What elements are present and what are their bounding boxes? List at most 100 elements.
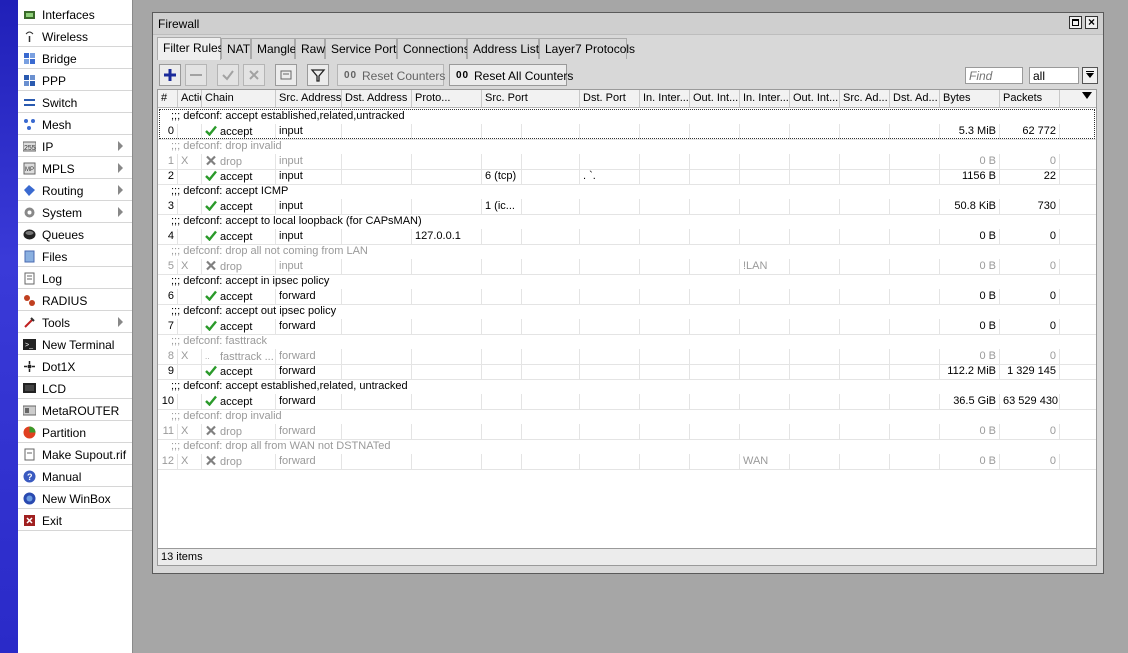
tab-service-ports[interactable]: Service Ports <box>325 38 402 59</box>
column-header[interactable]: Proto... <box>412 90 482 107</box>
table-row[interactable]: 0 accept input 5.3 MiB 62 772 <box>158 124 1096 140</box>
tab-mangle[interactable]: Mangle <box>251 38 296 59</box>
column-header[interactable]: Out. Int... <box>690 90 740 107</box>
comment-icon <box>280 70 292 80</box>
comment-row[interactable]: ;;; defconf: drop invalid <box>158 139 1096 154</box>
tab-connections[interactable]: Connections <box>397 38 470 59</box>
table-row[interactable]: 10 accept forward 36.5 GiB 63 529 430 <box>158 394 1096 410</box>
lcd-icon <box>23 382 36 395</box>
sidebar-item-files[interactable]: Files <box>18 246 132 268</box>
comment-row[interactable]: ;;; defconf: drop invalid <box>158 409 1096 424</box>
comment-row[interactable]: ;;; defconf: accept in ipsec policy <box>158 274 1096 289</box>
column-header[interactable]: Out. Int... <box>790 90 840 107</box>
cell-in-list <box>740 364 790 379</box>
column-header[interactable]: Bytes <box>940 90 1000 107</box>
cell-flag <box>178 289 202 304</box>
routing-icon <box>23 184 36 197</box>
column-header[interactable]: Src. Port <box>482 90 580 107</box>
close-icon[interactable]: × <box>1085 16 1098 29</box>
reset-counters-button[interactable]: 00 Reset Counters <box>337 64 445 86</box>
filter-select[interactable]: all <box>1029 67 1079 84</box>
column-menu-icon[interactable] <box>1082 92 1092 99</box>
table-row[interactable]: 3 accept input 1 (ic... 50.8 KiB 730 <box>158 199 1096 215</box>
comment-row[interactable]: ;;; defconf: accept established,related,… <box>158 379 1096 394</box>
sidebar-item-make-supout-rif[interactable]: Make Supout.rif <box>18 444 132 466</box>
table-row[interactable]: 7 accept forward 0 B0 <box>158 319 1096 335</box>
sidebar-item-switch[interactable]: Switch <box>18 92 132 114</box>
sidebar-item-mesh[interactable]: Mesh <box>18 114 132 136</box>
cell-out-list <box>790 364 840 379</box>
sidebar-item-bridge[interactable]: Bridge <box>18 48 132 70</box>
table-row[interactable]: 8 X.. fasttrack ... forward 0 B0 <box>158 349 1096 365</box>
sidebar-item-radius[interactable]: RADIUS <box>18 290 132 312</box>
column-header[interactable]: Packets <box>1000 90 1060 107</box>
rule-action: accept <box>220 126 253 138</box>
sidebar-item-new-terminal[interactable]: >_ New Terminal <box>18 334 132 356</box>
sidebar-item-tools[interactable]: Tools <box>18 312 132 334</box>
sidebar-item-exit[interactable]: Exit <box>18 510 132 532</box>
column-header[interactable]: Dst. Port <box>580 90 640 107</box>
sidebar-item-partition[interactable]: Partition <box>18 422 132 444</box>
enable-button[interactable] <box>217 64 239 86</box>
comment-row[interactable]: ;;; defconf: fasttrack <box>158 334 1096 349</box>
comment-row[interactable]: ;;; defconf: accept to local loopback (f… <box>158 214 1096 229</box>
cell-in-if <box>640 169 690 184</box>
sidebar-item-interfaces[interactable]: Interfaces <box>18 4 132 26</box>
comment-row[interactable]: ;;; defconf: accept established,related,… <box>158 109 1096 124</box>
column-header[interactable]: # <box>158 90 178 107</box>
column-header[interactable]: Dst. Address <box>342 90 412 107</box>
table-row[interactable]: 2 accept input 6 (tcp) . `. 1156 B 22 <box>158 169 1096 185</box>
sidebar-item-new-winbox[interactable]: New WinBox <box>18 488 132 510</box>
remove-button[interactable] <box>185 64 207 86</box>
svg-text:>_: >_ <box>25 342 33 349</box>
column-header[interactable]: Src. Address <box>276 90 342 107</box>
tab-nat[interactable]: NAT <box>221 38 251 59</box>
add-button[interactable] <box>159 64 181 86</box>
tab-layer7-protocols[interactable]: Layer7 Protocols <box>539 38 635 59</box>
rule-action: accept <box>220 171 253 183</box>
sidebar-item-routing[interactable]: Routing <box>18 180 132 202</box>
cell-dport <box>580 259 640 274</box>
sidebar-item-dot1x[interactable]: Dot1X <box>18 356 132 378</box>
sidebar-item-ppp[interactable]: PPP <box>18 70 132 92</box>
filter-dropdown-button[interactable] <box>1082 67 1098 84</box>
column-header[interactable]: Dst. Ad... <box>890 90 940 107</box>
sidebar-item-log[interactable]: Log <box>18 268 132 290</box>
sidebar-item-ip[interactable]: 255 IP <box>18 136 132 158</box>
maximize-icon[interactable] <box>1069 16 1082 29</box>
table-row[interactable]: 1 Xdrop input 0 B0 <box>158 154 1096 170</box>
comment-row[interactable]: ;;; defconf: drop all not coming from LA… <box>158 244 1096 259</box>
sidebar-item-metarouter[interactable]: MetaROUTER <box>18 400 132 422</box>
sidebar-item-mpls[interactable]: MP MPLS <box>18 158 132 180</box>
comment-row[interactable]: ;;; defconf: accept out ipsec policy <box>158 304 1096 319</box>
table-row[interactable]: 9 accept forward 112.2 MiB 1 329 145 <box>158 364 1096 380</box>
sidebar-item-system[interactable]: System <box>18 202 132 224</box>
sidebar-item-queues[interactable]: Queues <box>18 224 132 246</box>
table-row[interactable]: 6 accept forward 0 B0 <box>158 289 1096 305</box>
column-header[interactable]: Action <box>178 90 202 107</box>
tab-address-lists[interactable]: Address Lists <box>467 38 545 59</box>
table-row[interactable]: 4 accept input 127.0.0.1 0 B0 <box>158 229 1096 245</box>
tab-raw[interactable]: Raw <box>295 38 325 59</box>
comment-button[interactable] <box>275 64 297 86</box>
find-input[interactable] <box>965 67 1023 84</box>
column-header[interactable]: In. Inter... <box>740 90 790 107</box>
disable-button[interactable] <box>243 64 265 86</box>
comment-row[interactable]: ;;; defconf: accept ICMP <box>158 184 1096 199</box>
column-header[interactable]: Chain <box>202 90 276 107</box>
tab-filter-rules[interactable]: Filter Rules <box>157 37 224 60</box>
reset-all-counters-button[interactable]: 00 Reset All Counters <box>449 64 573 86</box>
cell-chain: forward <box>276 394 342 409</box>
table-row[interactable]: 11 Xdrop forward 0 B0 <box>158 424 1096 440</box>
cell-in-if <box>640 319 690 334</box>
sidebar-item-lcd[interactable]: LCD <box>18 378 132 400</box>
window-titlebar[interactable]: Firewall × <box>153 13 1103 35</box>
table-row[interactable]: 12 Xdrop forward WAN 0 B0 <box>158 454 1096 470</box>
filter-button[interactable] <box>307 64 329 86</box>
comment-row[interactable]: ;;; defconf: drop all from WAN not DSTNA… <box>158 439 1096 454</box>
sidebar-item-manual[interactable]: ? Manual <box>18 466 132 488</box>
column-header[interactable]: In. Inter... <box>640 90 690 107</box>
table-row[interactable]: 5 Xdrop input !LAN 0 B0 <box>158 259 1096 275</box>
sidebar-item-wireless[interactable]: Wireless <box>18 26 132 48</box>
column-header[interactable]: Src. Ad... <box>840 90 890 107</box>
